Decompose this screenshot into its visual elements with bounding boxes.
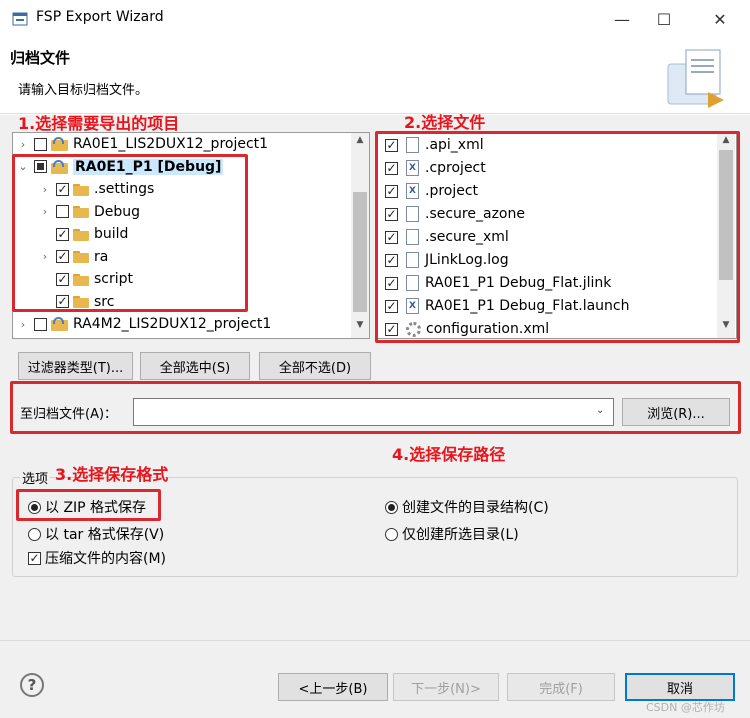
page-title: 归档文件 — [10, 49, 71, 67]
tree-item-label: RA4M2_LIS2DUX12_project1 — [73, 316, 272, 332]
tree-scroll-down-icon[interactable]: ▼ — [351, 320, 369, 330]
finish-button[interactable]: 完成(F) — [507, 673, 615, 701]
maximize-button[interactable]: ☐ — [642, 4, 686, 34]
export-wizard-icon — [667, 49, 724, 108]
browse-button[interactable]: 浏览(R)... — [622, 398, 730, 426]
create-structure-radio[interactable]: 创建文件的目录结构(C) — [385, 497, 549, 517]
close-button[interactable]: ✕ — [698, 4, 742, 34]
highlight-box-1 — [12, 154, 248, 312]
tree-item[interactable]: › RA0E1_LIS2DUX12_project1 — [16, 133, 268, 155]
archive-label: 至归档文件(A)： — [20, 407, 118, 422]
annotation-2: 2.选择文件 — [404, 113, 486, 132]
create-selected-radio[interactable]: 仅创建所选目录(L) — [385, 524, 519, 544]
filter-types-button[interactable]: 过滤器类型(T)... — [18, 352, 133, 380]
page-description: 请输入目标归档文件。 — [18, 83, 149, 98]
project-folder-icon — [51, 317, 69, 331]
footer-divider — [0, 640, 750, 641]
tree-checkbox[interactable] — [34, 137, 47, 151]
annotation-4: 4.选择保存路径 — [392, 445, 506, 464]
tar-label: 以 tar 格式保存(V) — [45, 527, 165, 543]
chevron-down-icon[interactable]: ⌄ — [596, 405, 604, 416]
select-all-button[interactable]: 全部选中(S) — [140, 352, 250, 380]
window-title: FSP Export Wizard — [36, 9, 164, 25]
next-button[interactable]: 下一步(N)> — [393, 673, 499, 701]
compress-checkbox-box[interactable] — [28, 551, 41, 565]
cancel-button[interactable]: 取消 — [625, 673, 735, 701]
expand-chevron-icon[interactable]: › — [16, 318, 30, 331]
archive-path-input[interactable] — [133, 398, 614, 426]
back-button[interactable]: <上一步(B) — [278, 673, 388, 701]
wizard-header — [0, 38, 750, 114]
highlight-box-2 — [375, 131, 740, 343]
create-selected-label: 仅创建所选目录(L) — [402, 527, 519, 543]
create-structure-indicator[interactable] — [385, 500, 398, 514]
watermark: CSDN @芯作坊 — [646, 701, 725, 714]
tar-radio-indicator[interactable] — [28, 527, 41, 541]
expand-chevron-icon[interactable]: › — [16, 138, 30, 151]
create-structure-label: 创建文件的目录结构(C) — [402, 500, 549, 516]
tree-checkbox[interactable] — [34, 317, 47, 331]
tree-scroll-up-icon[interactable]: ▲ — [351, 135, 369, 145]
zip-radio-indicator[interactable] — [28, 500, 41, 514]
compress-checkbox[interactable]: 压缩文件的内容(M) — [28, 548, 166, 568]
app-icon — [12, 12, 28, 26]
options-group-label: 选项 — [20, 468, 51, 487]
minimize-button[interactable]: — — [600, 4, 644, 34]
tree-item-label: RA0E1_LIS2DUX12_project1 — [73, 136, 269, 152]
annotation-3: 3.选择保存格式 — [55, 465, 169, 484]
project-folder-icon — [51, 137, 69, 151]
help-icon[interactable]: ? — [20, 673, 44, 697]
create-selected-indicator[interactable] — [385, 527, 398, 541]
compress-label: 压缩文件的内容(M) — [45, 551, 167, 567]
deselect-all-button[interactable]: 全部不选(D) — [259, 352, 371, 380]
annotation-1: 1.选择需要导出的项目 — [18, 114, 180, 133]
zip-label: 以 ZIP 格式保存 — [45, 500, 147, 516]
zip-radio[interactable]: 以 ZIP 格式保存 — [28, 497, 146, 517]
tar-radio[interactable]: 以 tar 格式保存(V) — [28, 524, 164, 544]
tree-scroll-thumb[interactable] — [353, 192, 367, 312]
tree-item[interactable]: › RA4M2_LIS2DUX12_project1 — [16, 313, 272, 335]
